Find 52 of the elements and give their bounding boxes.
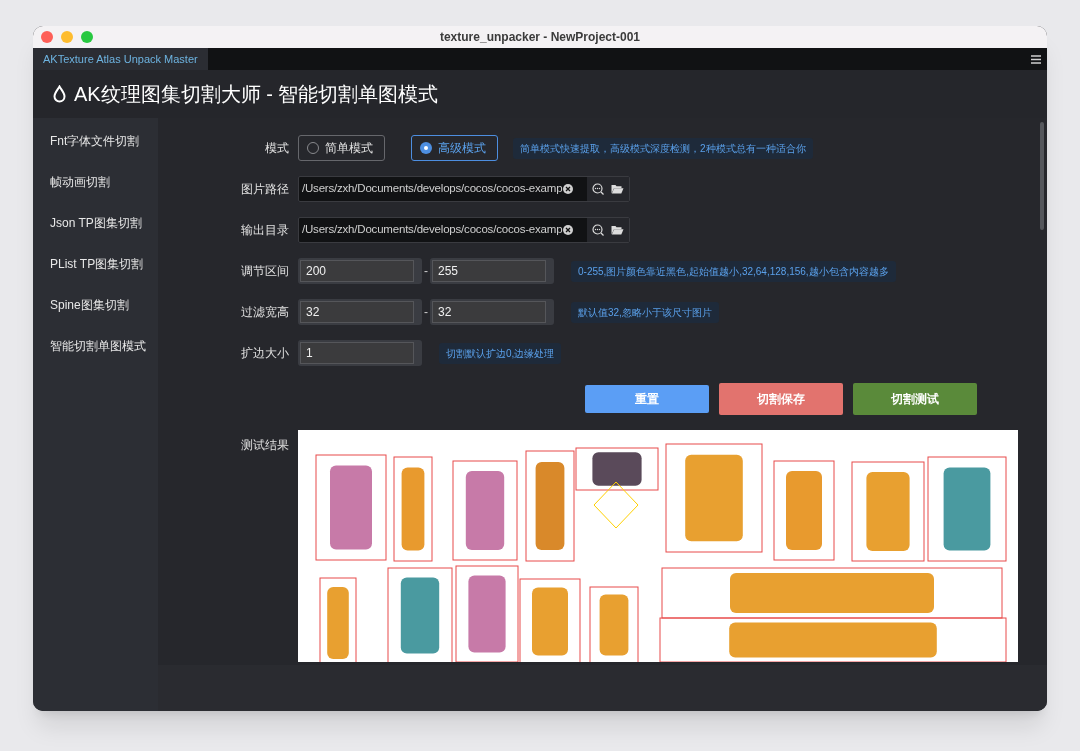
path-field[interactable]: /Users/zxh/Documents/develops/cocos/cocos-examp — [298, 217, 630, 243]
test-button[interactable]: 切割测试 — [853, 383, 977, 415]
sidebar-item[interactable]: Spine图集切割 — [33, 284, 158, 325]
sidebar-item[interactable]: Json TP图集切割 — [33, 202, 158, 243]
scrollbar-thumb[interactable] — [1040, 122, 1044, 230]
path-field[interactable]: /Users/zxh/Documents/develops/cocos/cocos-examp — [298, 176, 630, 202]
field-label: 图片路径 — [240, 181, 289, 198]
radio-label: 高级模式 — [438, 140, 486, 157]
radio-label: 简单模式 — [325, 140, 373, 157]
number-field[interactable]: 1 — [298, 340, 422, 366]
close-button[interactable] — [41, 31, 53, 43]
clear-icon[interactable] — [563, 184, 574, 194]
field-label: 测试结果 — [240, 437, 289, 454]
field-value: 32 — [306, 304, 320, 321]
field-value: 255 — [438, 263, 459, 280]
hint-text: 简单模式快速提取，高级模式深度检测，2种模式总有一种适合你 — [513, 137, 813, 159]
sidebar-item[interactable]: 帧动画切割 — [33, 161, 158, 202]
menu-icon[interactable] — [1031, 54, 1041, 64]
path-value: /Users/zxh/Documents/develops/cocos/cocos-examp — [302, 222, 563, 238]
field-label: 调节区间 — [240, 263, 289, 280]
hint-text: 切割默认扩边0,边缘处理 — [439, 342, 562, 364]
sidebar-item[interactable]: 智能切割单图模式 — [33, 325, 158, 366]
folder-icon[interactable] — [611, 184, 624, 194]
app-tab[interactable]: AKTexture Atlas Unpack Master — [33, 48, 208, 70]
window-title: texture_unpacker - NewProject-001 — [439, 29, 641, 46]
hint-text: 默认值32,忽略小于该尺寸图片 — [571, 301, 719, 323]
search-icon[interactable] — [592, 224, 604, 236]
hint-text: 0-255,图片颜色靠近黑色,起始值越小,32,64,128,156,越小包含内容越多 — [571, 260, 896, 282]
field-value: 200 — [306, 263, 327, 280]
page-title: AK纹理图集切割大师 - 智能切割单图模式 — [74, 82, 439, 107]
radio-button[interactable] — [420, 142, 432, 154]
sidebar-item[interactable]: Fnt字体文件切割 — [33, 120, 158, 161]
range-separator: - — [424, 304, 428, 321]
field-label: 模式 — [264, 140, 289, 157]
range-separator: - — [424, 263, 428, 280]
folder-icon[interactable] — [611, 225, 624, 235]
sidebar-item[interactable]: PList TP图集切割 — [33, 243, 158, 284]
drop-icon — [53, 85, 66, 103]
number-field[interactable]: 32 — [298, 299, 422, 325]
field-value: 32 — [438, 304, 452, 321]
clear-icon[interactable] — [563, 225, 574, 235]
path-value: /Users/zxh/Documents/develops/cocos/cocos-examp — [302, 181, 563, 197]
radio-option[interactable]: 高级模式 — [411, 135, 498, 161]
field-label: 输出目录 — [240, 222, 289, 239]
number-field[interactable]: 32 — [430, 299, 554, 325]
search-icon[interactable] — [592, 183, 604, 195]
radio-option[interactable]: 简单模式 — [298, 135, 385, 161]
number-field[interactable]: 255 — [430, 258, 554, 284]
field-label: 过滤宽高 — [240, 304, 289, 321]
field-label: 扩边大小 — [240, 345, 289, 362]
field-value: 1 — [306, 345, 313, 362]
number-field[interactable]: 200 — [298, 258, 422, 284]
